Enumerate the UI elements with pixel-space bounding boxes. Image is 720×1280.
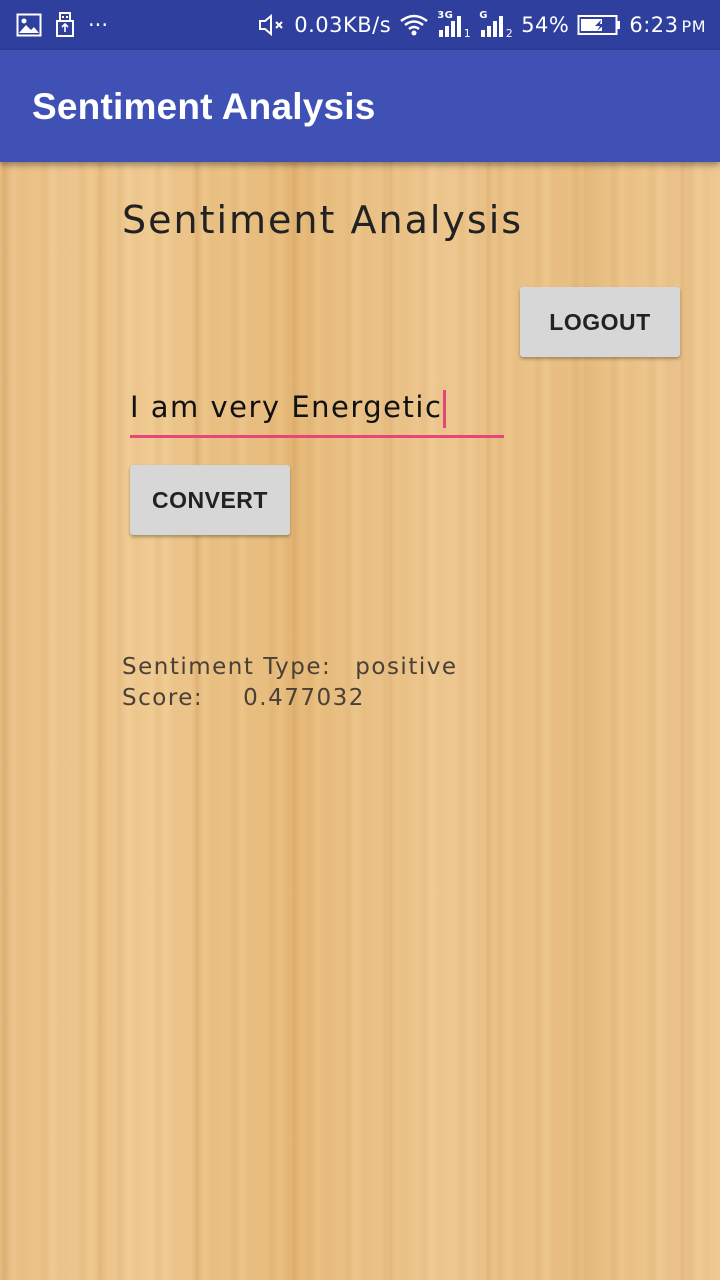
sim2-label: 2: [505, 27, 514, 40]
clock-time: 6:23: [629, 13, 679, 37]
usb-icon: [54, 12, 76, 38]
logout-button[interactable]: LOGOUT: [520, 287, 680, 357]
clock-suffix: PM: [681, 17, 706, 36]
status-bar: ··· 0.03KB/s 3G 1 G 2 54% 6:23 PM: [0, 0, 720, 50]
text-caret: [443, 390, 447, 428]
main-content: Sentiment Analysis LOGOUT I am very Ener…: [0, 162, 720, 1280]
image-icon: [16, 13, 42, 37]
page-heading: Sentiment Analysis: [122, 198, 524, 242]
net-speed: 0.03KB/s: [294, 13, 392, 37]
sentiment-type-value: positive: [355, 654, 458, 680]
sentiment-type-row: Sentiment Type: positive: [122, 654, 458, 680]
mute-icon: [258, 13, 286, 37]
sentiment-type-label: Sentiment Type:: [122, 654, 332, 680]
battery-icon: [577, 14, 621, 36]
battery-percent: 54%: [521, 13, 570, 37]
input-underline: [130, 435, 504, 438]
sim1-label: 1: [463, 27, 472, 40]
sentence-input[interactable]: I am very Energetic: [130, 380, 504, 438]
app-bar: Sentiment Analysis: [0, 50, 720, 162]
clock: 6:23 PM: [629, 13, 706, 37]
wifi-icon: [399, 13, 429, 37]
sentence-input-value[interactable]: I am very Energetic: [130, 390, 447, 428]
sentiment-score-label: Score:: [122, 685, 204, 711]
signal-g-icon: G 2: [479, 10, 513, 40]
more-dots-icon: ···: [88, 13, 109, 37]
sentence-input-text: I am very Energetic: [130, 390, 443, 424]
sentiment-score-value: 0.477032: [243, 685, 365, 711]
app-bar-title: Sentiment Analysis: [32, 86, 376, 127]
sentiment-score-row: Score: 0.477032: [122, 685, 365, 711]
signal-3g-icon: 3G 1: [437, 10, 471, 40]
convert-button[interactable]: CONVERT: [130, 465, 290, 535]
